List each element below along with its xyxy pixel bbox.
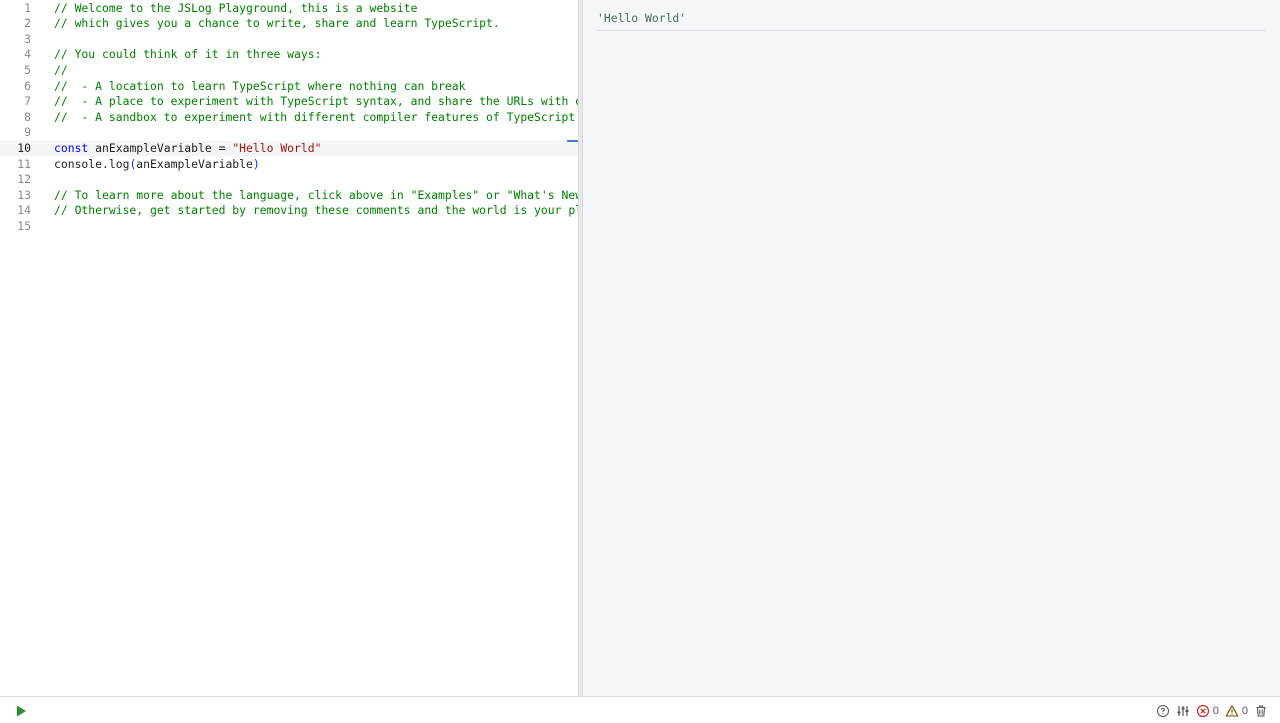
line-number: 14 bbox=[17, 203, 31, 218]
line-number: 15 bbox=[17, 218, 31, 233]
editor-line[interactable]: 3 bbox=[0, 32, 578, 48]
help-icon bbox=[1156, 705, 1169, 717]
code-token-comment: // To learn more about the language, cli… bbox=[54, 187, 578, 202]
warnings-indicator[interactable]: 0 bbox=[1225, 704, 1248, 718]
clear-console-button[interactable] bbox=[1254, 704, 1268, 718]
code-token-paren: ) bbox=[252, 156, 260, 171]
editor-line[interactable]: 4 // You could think of it in three ways: bbox=[0, 47, 578, 63]
editor-line[interactable]: 1 // Welcome to the JSLog Playground, thi… bbox=[0, 1, 578, 17]
editor-line[interactable]: 9 bbox=[0, 125, 578, 141]
run-button[interactable] bbox=[12, 702, 30, 720]
editor-line[interactable]: 13 // To learn more about the language, c… bbox=[0, 188, 578, 204]
bottom-toolbar: 0 0 bbox=[0, 696, 1280, 723]
line-number: 6 bbox=[24, 78, 31, 93]
code-token-comment: // Welcome to the JSLog Playground, this… bbox=[54, 0, 418, 15]
editor-line[interactable]: 2 // which gives you a chance to write, s… bbox=[0, 16, 578, 32]
line-code: // - A location to learn TypeScript wher… bbox=[54, 79, 465, 95]
console-log-entry: 'Hello World' bbox=[597, 9, 1266, 31]
error-count: 0 bbox=[1212, 705, 1219, 717]
line-code: // You could think of it in three ways: bbox=[54, 47, 321, 63]
editor-line[interactable]: 14 // Otherwise, get started by removing … bbox=[0, 203, 578, 219]
trash-icon bbox=[1256, 705, 1266, 717]
line-code: // bbox=[54, 63, 68, 79]
editor-line[interactable]: 5 // bbox=[0, 63, 578, 79]
error-icon bbox=[1196, 704, 1209, 718]
line-number: 12 bbox=[17, 172, 31, 187]
line-number: 2 bbox=[24, 16, 31, 31]
line-code: const anExampleVariable = "Hello World" bbox=[54, 141, 321, 157]
editor-line[interactable]: 6 // - A location to learn TypeScript whe… bbox=[0, 79, 578, 95]
line-code: // To learn more about the language, cli… bbox=[54, 188, 578, 204]
code-editor[interactable]: 1 // Welcome to the JSLog Playground, thi… bbox=[0, 0, 578, 696]
line-number: 7 bbox=[24, 94, 31, 109]
line-number: 3 bbox=[24, 31, 31, 46]
help-button[interactable] bbox=[1156, 704, 1170, 718]
code-token-keyword: const bbox=[54, 140, 89, 155]
line-number: 8 bbox=[24, 109, 31, 124]
line-number: 13 bbox=[17, 187, 31, 202]
code-token-comment: // - A sandbox to experiment with differ… bbox=[54, 109, 576, 124]
line-number: 1 bbox=[24, 0, 31, 15]
settings-sliders-icon bbox=[1177, 706, 1189, 716]
editor-line[interactable]: 11 console.log(anExampleVariable) bbox=[0, 157, 578, 173]
line-code: // which gives you a chance to write, sh… bbox=[54, 16, 500, 32]
editor-line[interactable]: 15 bbox=[0, 219, 578, 235]
line-code: // - A sandbox to experiment with differ… bbox=[54, 110, 575, 126]
settings-button[interactable] bbox=[1176, 704, 1190, 718]
line-number: 4 bbox=[24, 47, 31, 62]
code-token-ident: console.log bbox=[54, 156, 130, 171]
line-number: 10 bbox=[17, 140, 31, 155]
code-token-ident: anExampleVariable = bbox=[88, 140, 233, 155]
line-number: 5 bbox=[24, 62, 31, 77]
line-number: 9 bbox=[24, 125, 31, 140]
code-token-ident: anExampleVariable bbox=[136, 156, 253, 171]
line-code: // Otherwise, get started by removing th… bbox=[54, 203, 578, 219]
editor-line[interactable]: 12 bbox=[0, 172, 578, 188]
line-number: 11 bbox=[17, 156, 31, 171]
errors-indicator[interactable]: 0 bbox=[1196, 704, 1219, 718]
play-icon bbox=[17, 705, 26, 717]
code-token-string: "Hello World" bbox=[232, 140, 322, 155]
line-code: // - A place to experiment with TypeScri… bbox=[54, 94, 578, 110]
line-code: console.log(anExampleVariable) bbox=[54, 157, 260, 173]
code-token-comment: // which gives you a chance to write, sh… bbox=[54, 16, 500, 31]
editor-line[interactable]: 10 const anExampleVariable = "Hello World… bbox=[0, 140, 578, 157]
warning-count: 0 bbox=[1241, 705, 1248, 717]
code-token-comment: // - A place to experiment with TypeScri… bbox=[54, 94, 578, 109]
status-tools: 0 0 bbox=[1156, 702, 1268, 720]
editor-line[interactable]: 8 // - A sandbox to experiment with diffe… bbox=[0, 110, 578, 126]
editor-line[interactable]: 7 // - A place to experiment with TypeScr… bbox=[0, 94, 578, 110]
code-token-comment: // You could think of it in three ways: bbox=[54, 47, 322, 62]
line-code: // Welcome to the JSLog Playground, this… bbox=[54, 1, 417, 17]
code-token-comment: // Otherwise, get started by removing th… bbox=[54, 203, 578, 218]
warning-icon bbox=[1225, 705, 1239, 717]
code-token-comment: // bbox=[54, 62, 68, 77]
console-output-panel: 'Hello World' bbox=[583, 0, 1280, 696]
code-token-comment: // - A location to learn TypeScript wher… bbox=[54, 78, 466, 93]
